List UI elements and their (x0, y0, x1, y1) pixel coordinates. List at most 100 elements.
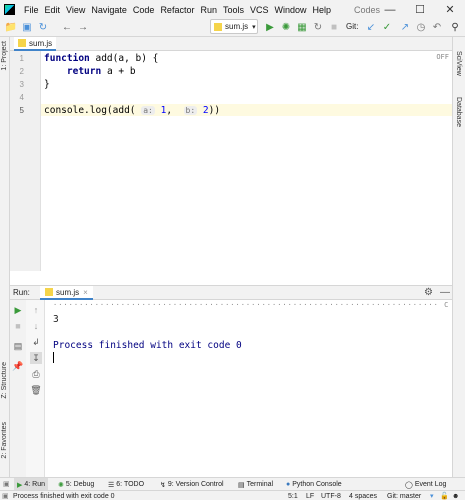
pin-icon[interactable]: 📌 (12, 360, 24, 372)
print-icon[interactable]: ⎙ (30, 368, 42, 380)
tab-sum-js[interactable]: sum.js (14, 37, 57, 51)
menu-window[interactable]: Window (272, 5, 310, 15)
close-tab-icon[interactable]: × (83, 288, 88, 297)
gear-icon[interactable]: ⚙ (424, 287, 433, 298)
run-console[interactable]: ········································… (45, 300, 452, 477)
back-arrow-icon[interactable]: ← (60, 20, 74, 34)
trash-icon[interactable]: 🗑 (30, 384, 42, 396)
tab-run-sum-js[interactable]: sum.js × (40, 286, 93, 300)
git-update-icon[interactable]: ↙ (364, 20, 378, 34)
scroll-to-end-icon[interactable]: ↧ (30, 352, 42, 364)
menu-edit[interactable]: Edit (42, 5, 64, 15)
code-text: add(a, b) { (89, 53, 159, 64)
run-icon: ▶ (17, 481, 23, 489)
menu-refactor[interactable]: Refactor (157, 5, 197, 15)
hide-panel-icon[interactable]: — (440, 287, 450, 298)
lock-icon[interactable]: 🔓 (440, 491, 449, 500)
indent-setting[interactable]: 4 spaces (349, 491, 377, 500)
project-tool-button[interactable]: 1: Project (1, 41, 8, 71)
run-config-dropdown[interactable]: sum.js ▾ (210, 19, 258, 34)
right-tool-stripe: SciView Database (452, 37, 465, 477)
git-commit-icon[interactable]: ✓ (380, 20, 394, 34)
bug-icon: ✺ (58, 481, 64, 489)
git-push-icon[interactable]: ↗ (398, 20, 412, 34)
save-icon[interactable]: ▣ (20, 20, 34, 34)
inspection-status[interactable]: OFF (436, 53, 449, 61)
layout-icon[interactable]: ▤ (12, 340, 24, 352)
line-number-gutter: 1 2 3 4 5 (10, 51, 41, 271)
tool-label: Terminal (246, 481, 274, 488)
code-text: console.log(add( (44, 105, 142, 116)
keyword: return (66, 66, 102, 77)
line-number: 2 (19, 67, 24, 76)
scroll-up-icon[interactable]: ↑ (30, 304, 42, 316)
soft-wrap-icon[interactable]: ↲ (30, 336, 42, 348)
status-toggle-icon[interactable]: ▣ (2, 491, 9, 500)
stop-icon[interactable]: ■ (327, 20, 341, 34)
search-icon[interactable]: ⚲ (448, 20, 462, 34)
toolbar: 📁 ▣ ↻ ← → sum.js ▾ ▶ ✺ ▦ ↻ ■ Git: ↙ ✓ ↗ … (0, 17, 465, 37)
scroll-down-icon[interactable]: ↓ (30, 320, 42, 332)
database-tool-button[interactable]: Database (455, 97, 462, 127)
param-hint-a: a: (141, 106, 155, 115)
run-panel-header: Run: sum.js × ⚙ — (10, 285, 452, 300)
structure-tool-button[interactable]: Z: Structure (1, 362, 8, 399)
run-panel-title: Run: (13, 288, 30, 297)
line-number: 1 (19, 54, 24, 63)
git-branch[interactable]: Git: master (387, 491, 421, 500)
tool-label: Event Log (414, 481, 447, 488)
keyword: function (44, 53, 90, 64)
event-log-icon: ◯ (405, 481, 413, 489)
tool-label: Python Console (292, 481, 342, 488)
text-caret (53, 352, 54, 363)
open-folder-icon[interactable]: 📁 (4, 20, 18, 34)
code-text: } (44, 79, 50, 90)
branch-chevron-icon[interactable]: ▾ (430, 491, 434, 500)
sync-icon[interactable]: ↻ (36, 20, 50, 34)
rerun-icon[interactable]: ▶ (12, 304, 24, 316)
menu-code[interactable]: Code (130, 5, 158, 15)
line-separator[interactable]: LF (306, 491, 314, 500)
caret-position[interactable]: 5:1 (288, 491, 298, 500)
rollback-icon[interactable]: ↶ (430, 20, 444, 34)
status-message: Process finished with exit code 0 (13, 492, 115, 500)
history-icon[interactable]: ◷ (414, 20, 428, 34)
code-editor[interactable]: OFF function add(a, b) { return a + b } … (41, 51, 452, 271)
status-bar: ▣ Process finished with exit code 0 5:1 … (0, 490, 465, 500)
console-exit-message: Process finished with exit code 0 (53, 340, 242, 351)
debug-icon[interactable]: ✺ (279, 20, 293, 34)
menu-run[interactable]: Run (197, 5, 220, 15)
menu-view[interactable]: View (63, 5, 88, 15)
run-toolbar-right: ↑ ↓ ↲ ↧ ⎙ 🗑 (26, 300, 45, 477)
forward-arrow-icon[interactable]: → (76, 20, 90, 34)
menu-tools[interactable]: Tools (220, 5, 247, 15)
inspector-icon[interactable]: ☻ (452, 491, 459, 500)
editor-tab-bar: sum.js (10, 37, 452, 51)
menu-navigate[interactable]: Navigate (88, 5, 130, 15)
file-encoding[interactable]: UTF-8 (321, 491, 341, 500)
coverage-icon[interactable]: ▦ (295, 20, 309, 34)
param-hint-b: b: (183, 106, 198, 115)
menu-file[interactable]: File (21, 5, 42, 15)
vcs-icon: ↯ (160, 481, 166, 489)
menu-help[interactable]: Help (310, 5, 335, 15)
code-line-3: } (44, 79, 50, 90)
profile-icon[interactable]: ↻ (311, 20, 325, 34)
stop-icon[interactable]: ■ (12, 320, 24, 332)
git-label: Git: (346, 22, 359, 31)
left-tool-stripe: 1: Project Z: Structure 2: Favorites (0, 37, 10, 477)
line-number: 4 (19, 93, 24, 102)
tool-label: 9: Version Control (167, 481, 224, 488)
tool-windows-toggle-icon[interactable]: ▣ (3, 480, 10, 488)
line-number: 3 (19, 80, 24, 89)
sciview-tool-button[interactable]: SciView (455, 51, 462, 76)
code-line-1: function add(a, b) { (44, 53, 158, 64)
run-toolbar-left: ▶ ■ ▤ 📌 (10, 300, 26, 477)
code-line-2: return a + b (44, 66, 136, 77)
app-logo-icon (4, 4, 15, 15)
bottom-tool-bar: ▣ ▶ 4: Run ✺ 5: Debug ☰ 6: TODO ↯ 9: Version… (0, 477, 465, 491)
menu-vcs[interactable]: VCS (247, 5, 272, 15)
favorites-tool-button[interactable]: 2: Favorites (1, 422, 8, 459)
code-text: , (166, 105, 184, 116)
run-icon[interactable]: ▶ (263, 20, 277, 34)
